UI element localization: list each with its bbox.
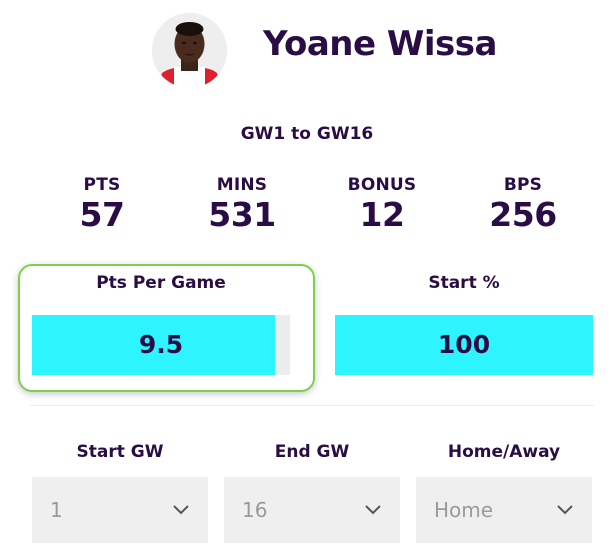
filter-label-home-away: Home/Away — [447, 442, 561, 462]
end-gw-select[interactable]: 16 — [224, 477, 400, 543]
divider — [30, 405, 594, 406]
stat-value: 57 — [79, 195, 125, 234]
home-away-value: Home — [434, 498, 494, 522]
metric-value-pts-per-game: 9.5 — [138, 330, 184, 359]
chevron-down-icon — [557, 505, 573, 515]
gameweek-range: GW1 to GW16 — [240, 124, 374, 144]
player-photo-icon — [152, 13, 227, 88]
player-name: Yoane Wissa — [263, 24, 497, 64]
stat-value: 12 — [359, 195, 405, 234]
player-stats-panel: Yoane Wissa GW1 to GW16 PTS 57 MINS 531 … — [0, 0, 614, 555]
metric-label-pts-per-game: Pts Per Game — [96, 273, 226, 293]
player-avatar — [152, 13, 227, 88]
stat-label: MINS — [216, 175, 268, 195]
start-gw-value: 1 — [50, 498, 63, 522]
metric-bar-pts-per-game: 9.5 — [32, 315, 290, 375]
metric-bar-start-pct[interactable]: 100 — [335, 315, 593, 375]
stat-bps: BPS 256 — [448, 175, 598, 234]
stat-label: BONUS — [347, 175, 417, 195]
stat-pts: PTS 57 — [27, 175, 177, 234]
stat-value: 256 — [489, 195, 557, 234]
chevron-down-icon — [365, 505, 381, 515]
stat-label: BPS — [503, 175, 543, 195]
stat-value: 531 — [208, 195, 276, 234]
home-away-select[interactable]: Home — [416, 477, 592, 543]
stat-label: PTS — [83, 175, 121, 195]
metric-value-start-pct: 100 — [437, 330, 491, 359]
stat-bonus: BONUS 12 — [307, 175, 457, 234]
metric-label-start-pct: Start % — [428, 273, 500, 293]
filter-label-end-gw: End GW — [274, 442, 350, 462]
stat-mins: MINS 531 — [167, 175, 317, 234]
start-gw-select[interactable]: 1 — [32, 477, 208, 543]
filter-label-start-gw: Start GW — [76, 442, 164, 462]
end-gw-value: 16 — [242, 498, 268, 522]
chevron-down-icon — [173, 505, 189, 515]
